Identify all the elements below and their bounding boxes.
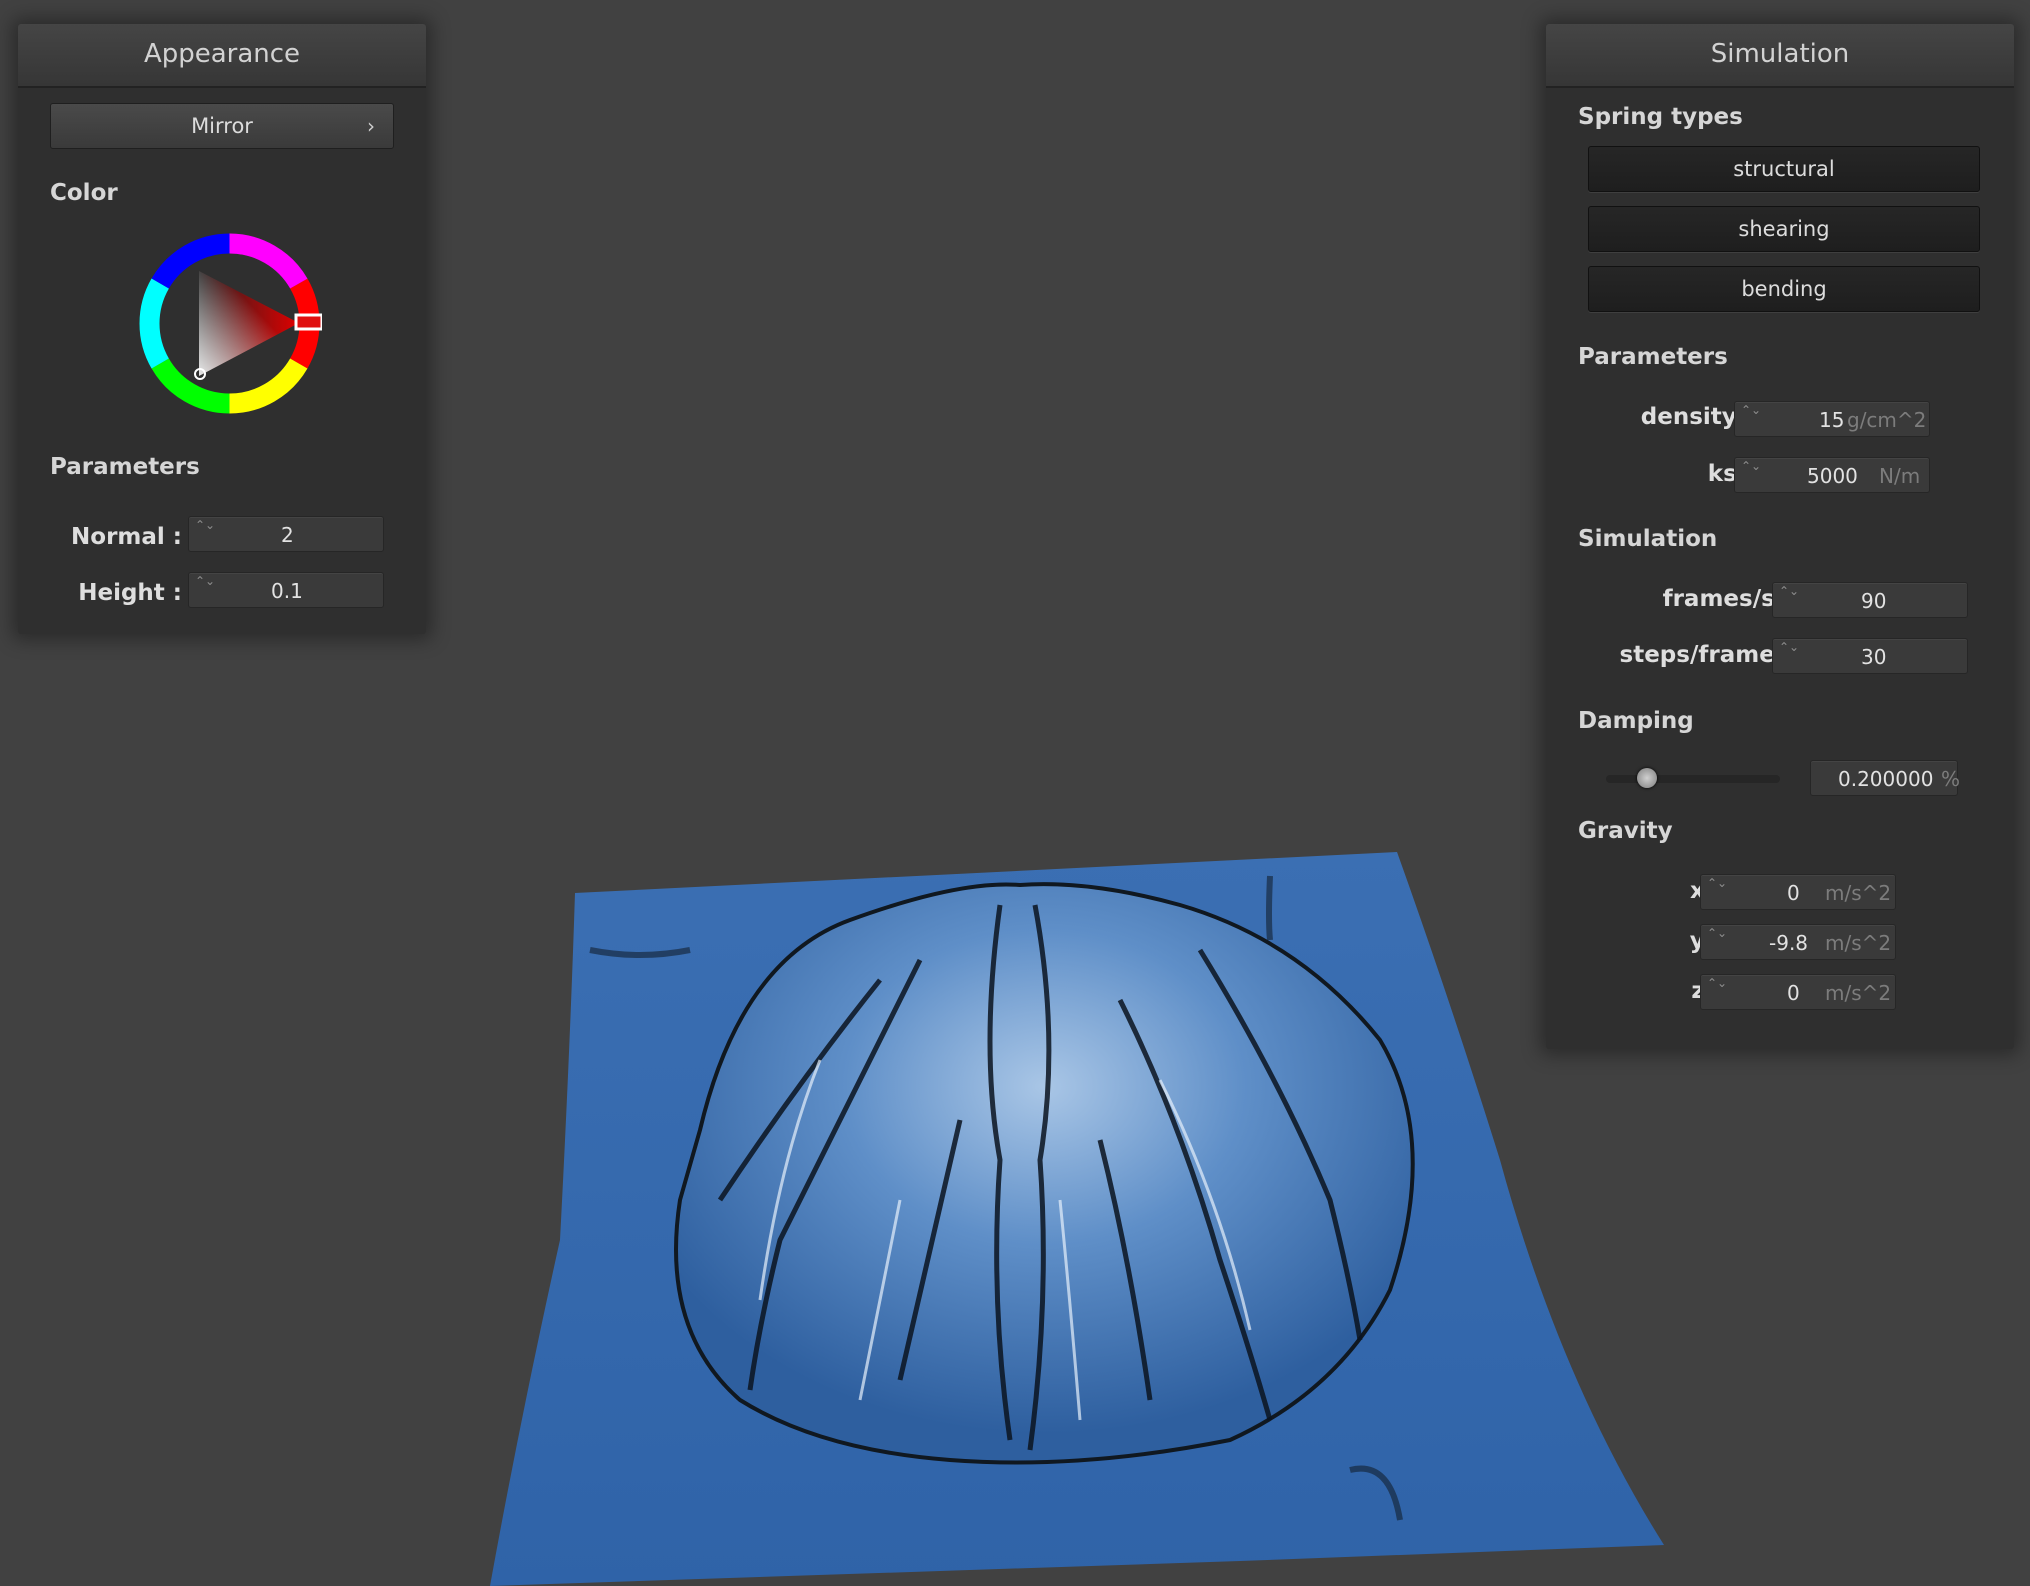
gravity-z-spinner[interactable]: ⌃⌄ 0 m/s^2 xyxy=(1700,974,1896,1010)
color-section-title: Color xyxy=(50,180,118,206)
appearance-panel: Appearance Mirror › Color Parameters Nor… xyxy=(18,24,426,634)
damping-unit: % xyxy=(1941,767,1961,791)
shader-select-label: Mirror xyxy=(191,114,253,138)
shearing-button-label: shearing xyxy=(1738,217,1830,241)
simulation-panel: Simulation Spring types structural shear… xyxy=(1546,24,2014,1049)
gravity-title: Gravity xyxy=(1578,818,1673,844)
bending-button[interactable]: bending xyxy=(1588,266,1980,312)
normal-value: 2 xyxy=(281,523,294,547)
damping-title: Damping xyxy=(1578,708,1694,734)
chevron-right-icon: › xyxy=(367,114,375,138)
saturation-value-triangle[interactable] xyxy=(199,271,299,376)
spring-types-title: Spring types xyxy=(1578,104,1743,130)
simulation-panel-title[interactable]: Simulation xyxy=(1546,24,2014,88)
spinner-arrows-icon[interactable]: ⌃⌄ xyxy=(1707,927,1727,957)
gravity-y-value: -9.8 xyxy=(1769,931,1809,955)
density-spinner[interactable]: ⌃⌄ 15 g/cm^2 xyxy=(1734,401,1930,437)
hue-marker xyxy=(294,313,324,331)
density-value: 15 xyxy=(1819,408,1845,432)
steps-value: 30 xyxy=(1861,645,1887,669)
color-wheel-graphic xyxy=(139,233,324,414)
gravity-z-unit: m/s^2 xyxy=(1825,981,1892,1005)
gravity-z-value: 0 xyxy=(1787,981,1800,1005)
spinner-arrows-icon[interactable]: ⌃⌄ xyxy=(1707,877,1727,907)
damping-value: 0.200000 xyxy=(1838,767,1934,791)
fps-label: frames/s : xyxy=(1662,586,1792,612)
damping-field[interactable]: 0.200000 % xyxy=(1810,760,1961,796)
steps-label: steps/frame : xyxy=(1619,642,1792,668)
steps-spinner[interactable]: ⌃⌄ 30 xyxy=(1772,638,1968,674)
height-value: 0.1 xyxy=(271,579,303,603)
density-unit: g/cm^2 xyxy=(1847,408,1927,432)
ks-value: 5000 xyxy=(1807,464,1858,488)
ks-label: ks : xyxy=(1707,461,1754,487)
spinner-arrows-icon[interactable]: ⌃⌄ xyxy=(1779,641,1799,671)
shader-select-button[interactable]: Mirror › xyxy=(50,103,394,149)
normal-spinner[interactable]: ⌃⌄ 2 xyxy=(188,516,384,552)
color-wheel[interactable] xyxy=(137,231,324,416)
ks-spinner[interactable]: ⌃⌄ 5000 N/m xyxy=(1734,457,1930,493)
appearance-panel-title[interactable]: Appearance xyxy=(18,24,426,88)
damping-slider[interactable] xyxy=(1606,768,1780,788)
appearance-params-title: Parameters xyxy=(50,454,200,480)
structural-button[interactable]: structural xyxy=(1588,146,1980,192)
structural-button-label: structural xyxy=(1733,157,1835,181)
spinner-arrows-icon[interactable]: ⌃⌄ xyxy=(195,575,215,605)
ks-unit: N/m xyxy=(1879,464,1921,488)
gravity-x-value: 0 xyxy=(1787,881,1800,905)
shearing-button[interactable]: shearing xyxy=(1588,206,1980,252)
spinner-arrows-icon[interactable]: ⌃⌄ xyxy=(1741,404,1761,434)
density-label: density : xyxy=(1640,404,1754,430)
spinner-arrows-icon[interactable]: ⌃⌄ xyxy=(1707,977,1727,1007)
fps-spinner[interactable]: ⌃⌄ 90 xyxy=(1772,582,1968,618)
gravity-x-unit: m/s^2 xyxy=(1825,881,1892,905)
gravity-y-unit: m/s^2 xyxy=(1825,931,1892,955)
damping-slider-handle[interactable] xyxy=(1637,768,1657,788)
damping-slider-track xyxy=(1606,775,1780,783)
sim-params-title: Parameters xyxy=(1578,344,1728,370)
gravity-y-spinner[interactable]: ⌃⌄ -9.8 m/s^2 xyxy=(1700,924,1896,960)
sim-rate-title: Simulation xyxy=(1578,526,1718,552)
bending-button-label: bending xyxy=(1741,277,1827,301)
height-label: Height : xyxy=(78,580,182,606)
gravity-x-spinner[interactable]: ⌃⌄ 0 m/s^2 xyxy=(1700,874,1896,910)
normal-label: Normal : xyxy=(71,524,182,550)
spinner-arrows-icon[interactable]: ⌃⌄ xyxy=(1779,585,1799,615)
fps-value: 90 xyxy=(1861,589,1887,613)
spinner-arrows-icon[interactable]: ⌃⌄ xyxy=(195,519,215,549)
spinner-arrows-icon[interactable]: ⌃⌄ xyxy=(1741,460,1761,490)
height-spinner[interactable]: ⌃⌄ 0.1 xyxy=(188,572,384,608)
